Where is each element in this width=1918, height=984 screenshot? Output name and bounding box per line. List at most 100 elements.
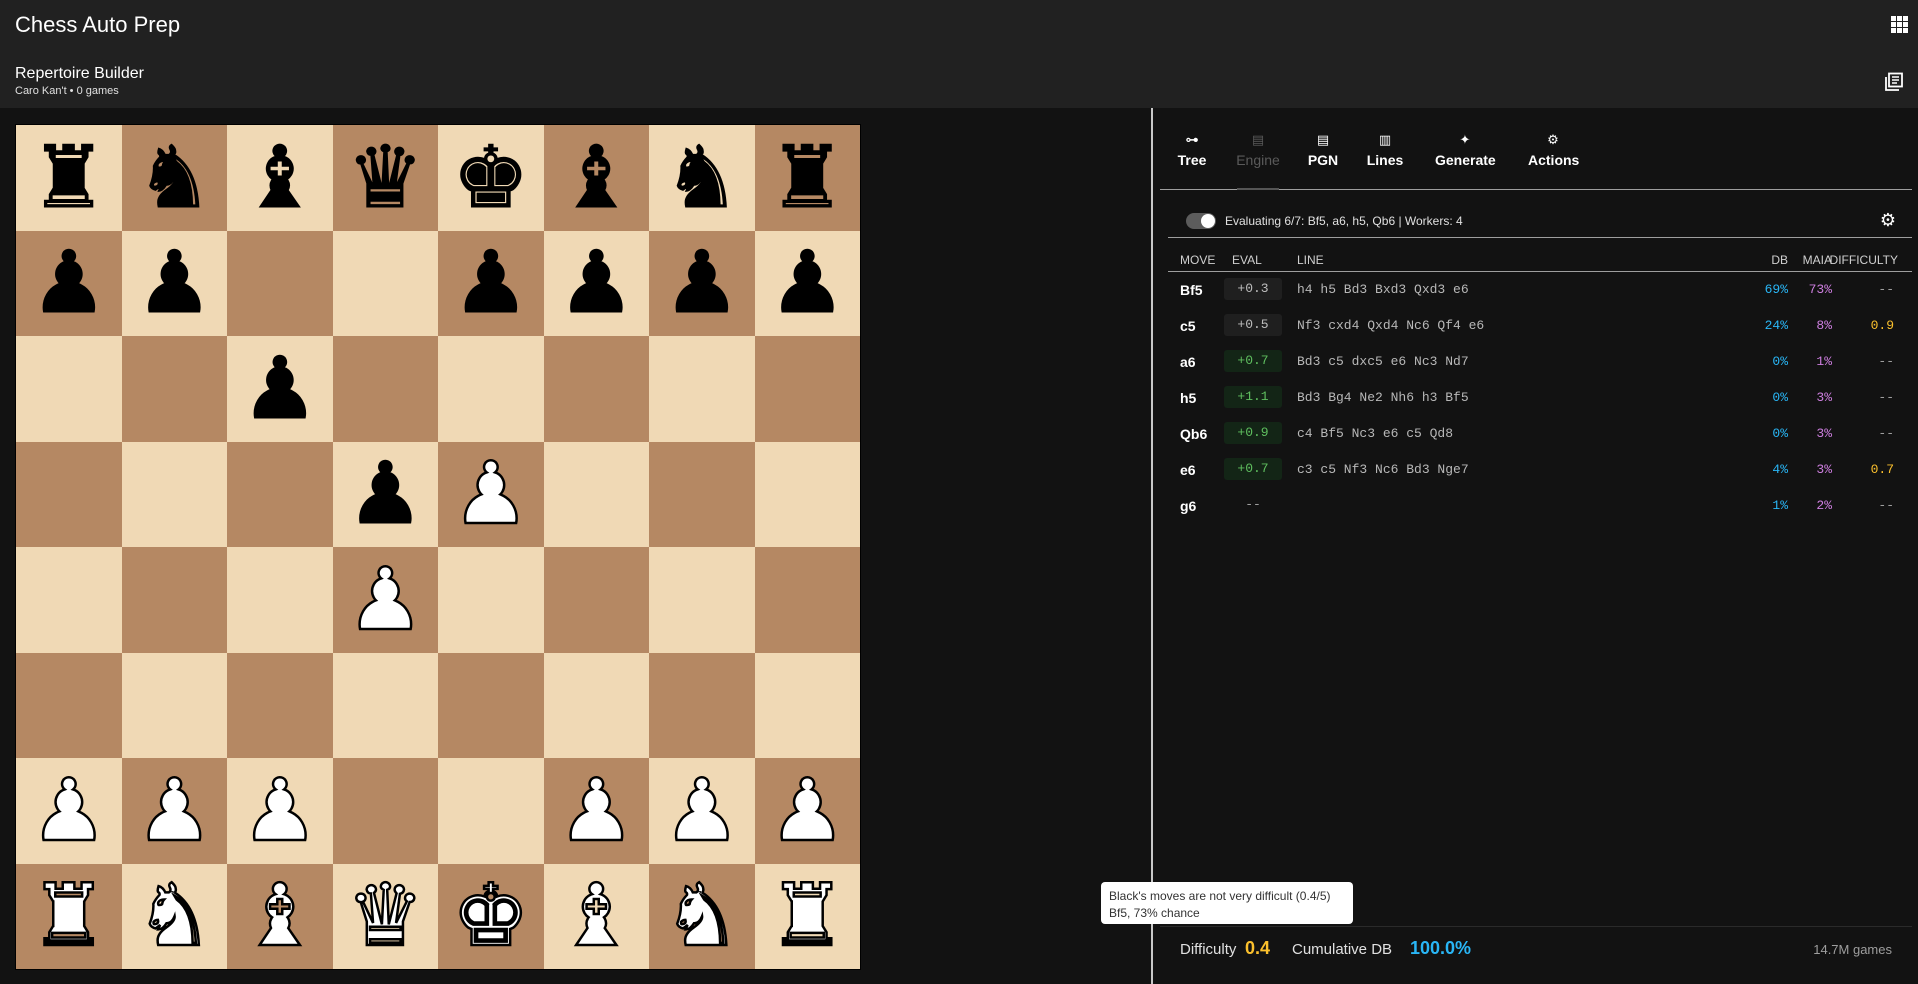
square-g8[interactable]: ♞ bbox=[649, 125, 755, 231]
white-pawn-icon[interactable]: ♟ bbox=[662, 767, 742, 856]
white-knight-icon[interactable]: ♞ bbox=[662, 872, 742, 961]
library-books-icon[interactable] bbox=[1884, 72, 1904, 92]
square-b1[interactable]: ♞ bbox=[121, 863, 227, 969]
tab-generate[interactable]: ✦ Generate bbox=[1435, 132, 1496, 168]
square-h3[interactable] bbox=[754, 652, 860, 758]
square-a1[interactable]: ♜ bbox=[16, 863, 122, 969]
square-g4[interactable] bbox=[649, 547, 755, 653]
square-b3[interactable] bbox=[121, 652, 227, 758]
apps-grid-icon[interactable] bbox=[1891, 16, 1908, 33]
square-f4[interactable] bbox=[543, 547, 649, 653]
square-e3[interactable] bbox=[438, 652, 544, 758]
header-difficulty[interactable]: DIFFICULTY bbox=[1830, 253, 1898, 267]
square-b2[interactable]: ♟ bbox=[121, 758, 227, 864]
square-f8[interactable]: ♝ bbox=[543, 125, 649, 231]
black-pawn-icon[interactable]: ♟ bbox=[557, 240, 635, 327]
square-c8[interactable]: ♝ bbox=[227, 125, 333, 231]
white-pawn-icon[interactable]: ♟ bbox=[345, 556, 425, 645]
square-e6[interactable] bbox=[438, 336, 544, 442]
table-row[interactable]: Bf5 +0.3 h4 h5 Bd3 Bxd3 Qxd3 e6 69% 73% -- bbox=[1168, 272, 1912, 308]
square-e5[interactable]: ♟ bbox=[438, 441, 544, 547]
header-move[interactable]: MOVE bbox=[1180, 253, 1215, 267]
square-d6[interactable] bbox=[332, 336, 438, 442]
square-d4[interactable]: ♟ bbox=[332, 547, 438, 653]
square-c5[interactable] bbox=[227, 441, 333, 547]
table-row[interactable]: g6 -- 1% 2% -- bbox=[1168, 488, 1912, 524]
square-g1[interactable]: ♞ bbox=[649, 863, 755, 969]
black-queen-icon[interactable]: ♛ bbox=[346, 134, 424, 221]
square-f7[interactable]: ♟ bbox=[543, 230, 649, 336]
square-h8[interactable]: ♜ bbox=[754, 125, 860, 231]
square-g3[interactable] bbox=[649, 652, 755, 758]
square-e2[interactable] bbox=[438, 758, 544, 864]
white-pawn-icon[interactable]: ♟ bbox=[451, 450, 531, 539]
square-c2[interactable]: ♟ bbox=[227, 758, 333, 864]
square-h6[interactable] bbox=[754, 336, 860, 442]
black-pawn-icon[interactable]: ♟ bbox=[768, 240, 846, 327]
move-cell[interactable]: Qb6 bbox=[1180, 426, 1207, 442]
square-b5[interactable] bbox=[121, 441, 227, 547]
square-c3[interactable] bbox=[227, 652, 333, 758]
square-d3[interactable] bbox=[332, 652, 438, 758]
black-rook-icon[interactable]: ♜ bbox=[30, 134, 108, 221]
move-cell[interactable]: a6 bbox=[1180, 354, 1196, 370]
table-row[interactable]: e6 +0.7 c3 c5 Nf3 Nc6 Bd3 Nge7 4% 3% 0.7 bbox=[1168, 452, 1912, 488]
square-f2[interactable]: ♟ bbox=[543, 758, 649, 864]
white-king-icon[interactable]: ♚ bbox=[451, 872, 531, 961]
white-queen-icon[interactable]: ♛ bbox=[345, 872, 425, 961]
move-cell[interactable]: Bf5 bbox=[1180, 282, 1203, 298]
square-g7[interactable]: ♟ bbox=[649, 230, 755, 336]
table-row[interactable]: a6 +0.7 Bd3 c5 dxc5 e6 Nc3 Nd7 0% 1% -- bbox=[1168, 344, 1912, 380]
square-d8[interactable]: ♛ bbox=[332, 125, 438, 231]
square-h4[interactable] bbox=[754, 547, 860, 653]
move-cell[interactable]: c5 bbox=[1180, 318, 1196, 334]
white-bishop-icon[interactable]: ♝ bbox=[240, 872, 320, 961]
square-d5[interactable]: ♟ bbox=[332, 441, 438, 547]
black-pawn-icon[interactable]: ♟ bbox=[452, 240, 530, 327]
move-cell[interactable]: e6 bbox=[1180, 462, 1196, 478]
square-e8[interactable]: ♚ bbox=[438, 125, 544, 231]
square-a3[interactable] bbox=[16, 652, 122, 758]
black-bishop-icon[interactable]: ♝ bbox=[241, 134, 319, 221]
black-knight-icon[interactable]: ♞ bbox=[135, 134, 213, 221]
white-rook-icon[interactable]: ♜ bbox=[767, 872, 847, 961]
square-h7[interactable]: ♟ bbox=[754, 230, 860, 336]
square-a6[interactable] bbox=[16, 336, 122, 442]
square-h1[interactable]: ♜ bbox=[754, 863, 860, 969]
black-pawn-icon[interactable]: ♟ bbox=[346, 451, 424, 538]
table-row[interactable]: c5 +0.5 Nf3 cxd4 Qxd4 Nc6 Qf4 e6 24% 8% 0.9 bbox=[1168, 308, 1912, 344]
square-c4[interactable] bbox=[227, 547, 333, 653]
square-a2[interactable]: ♟ bbox=[16, 758, 122, 864]
square-d2[interactable] bbox=[332, 758, 438, 864]
square-e4[interactable] bbox=[438, 547, 544, 653]
square-h2[interactable]: ♟ bbox=[754, 758, 860, 864]
square-h5[interactable] bbox=[754, 441, 860, 547]
square-c1[interactable]: ♝ bbox=[227, 863, 333, 969]
tab-tree[interactable]: ⊶ Tree bbox=[1174, 132, 1210, 168]
square-c7[interactable] bbox=[227, 230, 333, 336]
black-pawn-icon[interactable]: ♟ bbox=[241, 345, 319, 432]
tab-lines[interactable]: ▥ Lines bbox=[1366, 132, 1404, 168]
engine-settings-gear-icon[interactable]: ⚙ bbox=[1880, 210, 1896, 231]
square-a7[interactable]: ♟ bbox=[16, 230, 122, 336]
white-pawn-icon[interactable]: ♟ bbox=[29, 767, 109, 856]
table-row[interactable]: h5 +1.1 Bd3 Bg4 Ne2 Nh6 h3 Bf5 0% 3% -- bbox=[1168, 380, 1912, 416]
square-f6[interactable] bbox=[543, 336, 649, 442]
white-rook-icon[interactable]: ♜ bbox=[29, 872, 109, 961]
square-b7[interactable]: ♟ bbox=[121, 230, 227, 336]
white-knight-icon[interactable]: ♞ bbox=[134, 872, 214, 961]
black-knight-icon[interactable]: ♞ bbox=[663, 134, 741, 221]
white-bishop-icon[interactable]: ♝ bbox=[556, 872, 636, 961]
square-f5[interactable] bbox=[543, 441, 649, 547]
square-a4[interactable] bbox=[16, 547, 122, 653]
white-pawn-icon[interactable]: ♟ bbox=[240, 767, 320, 856]
tab-pgn[interactable]: ▤ PGN bbox=[1307, 132, 1339, 168]
panel-divider[interactable] bbox=[1151, 108, 1153, 984]
table-row[interactable]: Qb6 +0.9 c4 Bf5 Nc3 e6 c5 Qd8 0% 3% -- bbox=[1168, 416, 1912, 452]
white-pawn-icon[interactable]: ♟ bbox=[556, 767, 636, 856]
square-g2[interactable]: ♟ bbox=[649, 758, 755, 864]
square-b6[interactable] bbox=[121, 336, 227, 442]
chess-board[interactable]: ♜ ♞ ♝ ♛ ♚ ♝ ♞ ♜ ♟ ♟ ♟ ♟ ♟ ♟ ♟ ♟ ♟ ♟ ♟ ♟ ♟ ♟ ♟ ♟ ♜ ♞ ♝ ♛ ♚ ♝ ♞ ♜ bbox=[15, 124, 861, 970]
square-d1[interactable]: ♛ bbox=[332, 863, 438, 969]
move-cell[interactable]: g6 bbox=[1180, 498, 1196, 514]
